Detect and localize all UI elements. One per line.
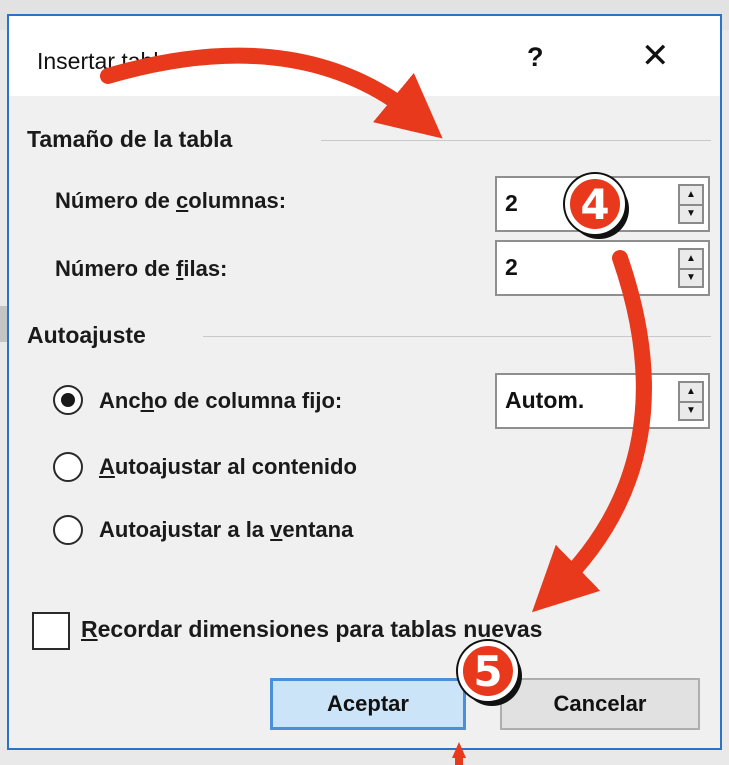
table-size-group-label: Tamaño de la tabla [27, 126, 233, 152]
spin-down-icon[interactable]: ▼ [680, 205, 702, 223]
autofit-window-label[interactable]: Autoajustar a la ventana [99, 517, 353, 543]
autofit-group-label: Autoajuste [27, 322, 146, 348]
spin-up-icon[interactable]: ▲ [680, 250, 702, 270]
remember-dimensions-label[interactable]: Recordar dimensiones para tablas nuevas [81, 616, 542, 643]
columns-value[interactable]: 2 [505, 190, 518, 217]
autofit-content-label[interactable]: Autoajustar al contenido [99, 454, 357, 480]
spin-up-icon[interactable]: ▲ [680, 186, 702, 206]
columns-spin-buttons[interactable]: ▲ ▼ [678, 184, 704, 224]
insert-table-dialog: Insertar tabla ? ✕ Tamaño de la tabla Nú… [7, 14, 722, 750]
spin-down-icon[interactable]: ▼ [680, 402, 702, 420]
fixed-width-label[interactable]: Ancho de columna fijo: [99, 388, 342, 414]
group-divider [321, 140, 711, 141]
spin-up-icon[interactable]: ▲ [680, 383, 702, 403]
rows-spinner[interactable]: 2 ▲ ▼ [495, 240, 710, 296]
columns-label: Número de columnas: [55, 188, 287, 213]
autofit-window-radio[interactable] [53, 515, 83, 545]
fixed-width-spin-buttons[interactable]: ▲ ▼ [678, 381, 704, 421]
rows-spin-buttons[interactable]: ▲ ▼ [678, 248, 704, 288]
autofit-content-radio[interactable] [53, 452, 83, 482]
step-5-badge: 5 [458, 641, 518, 701]
title-bar: Insertar tabla ? ✕ [9, 16, 720, 96]
accept-button[interactable]: Aceptar [270, 678, 466, 730]
fixed-width-spinner[interactable]: Autom. ▲ ▼ [495, 373, 710, 429]
fixed-width-value[interactable]: Autom. [505, 387, 584, 414]
help-button[interactable]: ? [527, 42, 544, 73]
group-divider [203, 336, 711, 337]
cancel-button[interactable]: Cancelar [500, 678, 700, 730]
close-icon[interactable]: ✕ [641, 36, 670, 76]
fixed-width-radio[interactable] [53, 385, 83, 415]
rows-label: Número de filas: [55, 256, 228, 281]
spin-down-icon[interactable]: ▼ [680, 269, 702, 287]
step-4-badge: 4 [565, 174, 625, 234]
rows-value[interactable]: 2 [505, 254, 518, 281]
remember-dimensions-checkbox[interactable] [32, 612, 70, 650]
dialog-title: Insertar tabla [37, 48, 172, 74]
